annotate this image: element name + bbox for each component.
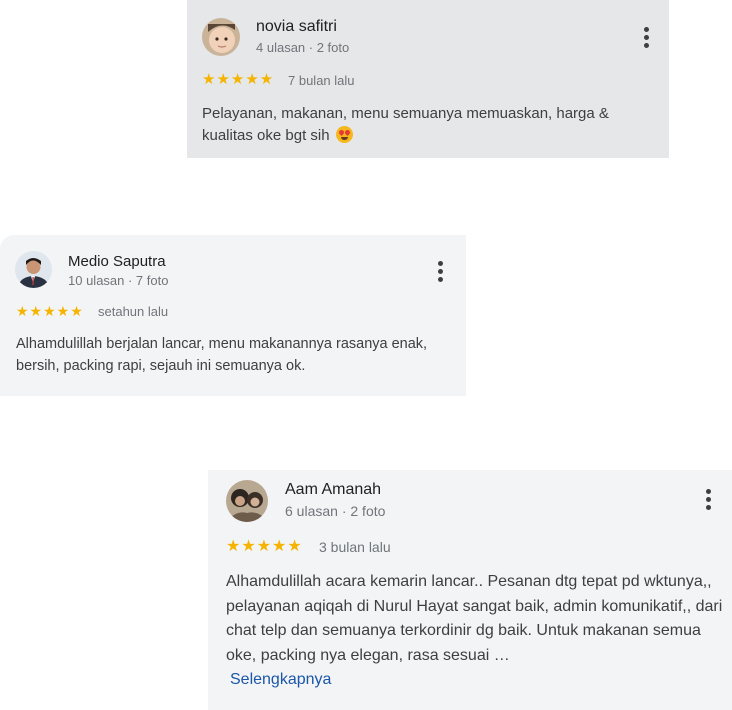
review-text: Alhamdulillah berjalan lancar, menu maka… — [16, 336, 428, 374]
review-date: 3 bulan lalu — [319, 539, 391, 555]
star-rating: ★★★★★ — [16, 303, 84, 319]
more-dots-icon — [437, 261, 443, 266]
review-card-medio: Medio Saputra 10 ulasan · 7 foto ★★★★★ s… — [0, 235, 466, 396]
reviewer-name[interactable]: Aam Amanah — [285, 481, 381, 499]
reviewer-meta: 6 ulasan · 2 foto — [285, 503, 386, 519]
review-date: 7 bulan lalu — [288, 73, 355, 88]
avatar[interactable] — [226, 480, 268, 522]
avatar[interactable] — [15, 251, 52, 288]
review-date: setahun lalu — [98, 304, 169, 319]
review-card-novia: novia safitri 4 ulasan · 2 foto ★★★★★ 7 … — [187, 0, 669, 158]
star-rating: ★★★★★ — [202, 71, 275, 88]
avatar[interactable] — [202, 18, 240, 56]
review-text: Pelayanan, makanan, menu semuanya memuas… — [202, 105, 609, 144]
more-options-button[interactable] — [642, 27, 650, 51]
more-options-button[interactable] — [704, 489, 712, 513]
reviewer-name[interactable]: novia safitri — [256, 18, 337, 36]
read-more-link[interactable]: Selengkapnya — [230, 671, 331, 688]
review-text-block: Pelayanan, makanan, menu semuanya memuas… — [202, 103, 642, 147]
star-rating: ★★★★★ — [226, 538, 303, 555]
more-options-button[interactable] — [436, 261, 444, 285]
reviewer-meta: 4 ulasan · 2 foto — [256, 40, 350, 55]
review-text-block: Alhamdulillah acara kemarin lancar.. Pes… — [226, 570, 726, 693]
more-dots-icon — [643, 27, 649, 32]
review-text: Alhamdulillah acara kemarin lancar.. Pes… — [226, 573, 723, 664]
heart-eyes-emoji-icon — [335, 126, 353, 143]
review-card-aam: Aam Amanah 6 ulasan · 2 foto ★★★★★ 3 bul… — [208, 470, 732, 710]
reviewer-meta: 10 ulasan · 7 foto — [68, 273, 169, 288]
reviewer-name[interactable]: Medio Saputra — [68, 253, 166, 270]
more-dots-icon — [705, 489, 711, 494]
